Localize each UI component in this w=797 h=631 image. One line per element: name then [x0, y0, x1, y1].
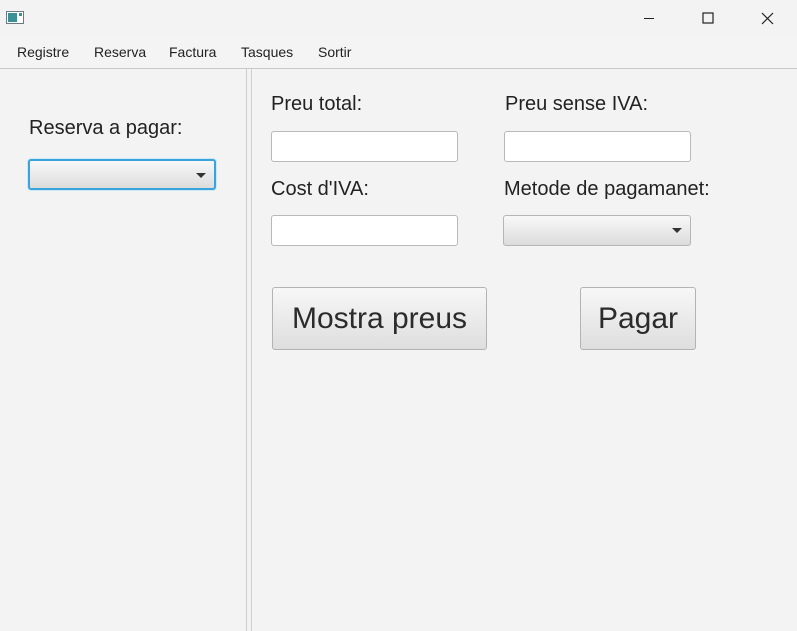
vat-cost-label: Cost d'IVA:: [271, 178, 369, 200]
maximize-icon: [702, 12, 714, 24]
minimize-button[interactable]: [620, 0, 678, 36]
menu-item-tasques[interactable]: Tasques: [241, 36, 293, 68]
close-button[interactable]: [738, 0, 796, 36]
close-icon: [761, 12, 773, 24]
total-price-label: Preu total:: [271, 93, 363, 115]
chevron-down-icon: [196, 173, 206, 178]
menu-bar: Registre Reserva Factura Tasques Sortir: [0, 36, 797, 69]
menu-item-factura[interactable]: Factura: [169, 36, 216, 68]
total-price-field[interactable]: [271, 131, 458, 162]
pay-button[interactable]: Pagar: [580, 287, 696, 350]
maximize-button[interactable]: [679, 0, 737, 36]
price-no-vat-label: Preu sense IVA:: [505, 93, 649, 115]
vat-cost-field[interactable]: [271, 215, 458, 246]
reservation-select[interactable]: [28, 159, 216, 190]
left-panel: Reserva a pagar:: [0, 69, 247, 631]
right-panel: Preu total: Preu sense IVA: Cost d'IVA: …: [252, 69, 797, 631]
chevron-down-icon: [672, 228, 682, 233]
menu-item-reserva[interactable]: Reserva: [94, 36, 146, 68]
app-icon: [6, 11, 24, 24]
payment-method-select[interactable]: [503, 215, 691, 246]
price-no-vat-field[interactable]: [504, 131, 691, 162]
menu-item-sortir[interactable]: Sortir: [318, 36, 351, 68]
minimize-icon: [644, 18, 654, 19]
menu-item-registre[interactable]: Registre: [17, 36, 69, 68]
payment-method-label: Metode de pagamanet:: [504, 178, 710, 200]
show-prices-button[interactable]: Mostra preus: [272, 287, 487, 350]
title-bar: [0, 0, 797, 36]
reservation-label: Reserva a pagar:: [29, 117, 183, 139]
